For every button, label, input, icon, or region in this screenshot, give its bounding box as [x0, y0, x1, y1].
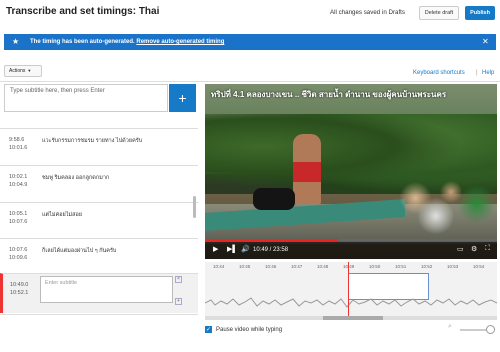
play-icon[interactable]: ▶ — [213, 245, 218, 253]
timeline-tick: 10:54 — [473, 264, 485, 269]
timeline-scroll-thumb[interactable] — [323, 316, 383, 320]
timeline-playhead[interactable] — [348, 262, 349, 317]
zoom-icon: ⌕ — [448, 323, 452, 330]
insert-subtitle-icon[interactable]: + — [175, 298, 182, 305]
video-frame-dog — [253, 188, 295, 210]
page-title: Transcribe and set timings: Thai — [6, 6, 160, 17]
delete-subtitle-icon[interactable]: × — [175, 276, 182, 283]
remove-auto-timing-link[interactable]: Remove auto-generated timing — [136, 39, 224, 45]
subtitle-row[interactable]: 9:58.6 10:01.6 แวะรับกรรมการชมรม รายทาง … — [0, 128, 198, 168]
keyboard-shortcuts-link[interactable]: Keyboard shortcuts — [413, 70, 465, 76]
timeline-tick: 10:47 — [291, 264, 303, 269]
divider — [0, 81, 500, 82]
end-time[interactable]: 10:52.1 — [10, 290, 28, 296]
subtitle-text[interactable]: ชมพู่ ริมคลอง ออกลูกดกมาก — [42, 174, 109, 182]
subtitle-text[interactable]: ก็เลยได้แต่มองผ่านไป ๆ กันครับ — [42, 247, 116, 255]
add-subtitle-button[interactable]: + — [169, 84, 196, 112]
timeline-tick: 10:46 — [265, 264, 277, 269]
end-time[interactable]: 10:09.6 — [9, 255, 27, 261]
subtitle-row[interactable] — [0, 314, 198, 352]
start-time[interactable]: 10:02.1 — [9, 174, 27, 180]
link-separator: | — [476, 70, 478, 76]
start-time[interactable]: 10:05.1 — [9, 211, 27, 217]
star-icon: ★ — [12, 37, 20, 46]
banner-text: The timing has been auto-generated. — [30, 39, 135, 45]
video-progress-bar[interactable] — [205, 239, 497, 241]
start-time[interactable]: 10:49.0 — [10, 282, 28, 288]
subtitle-row[interactable]: 10:02.1 10:04.9 ชมพู่ ริมคลอง ออกลูกดกมา… — [0, 165, 198, 205]
subtitle-row[interactable]: 10:05.1 10:07.6 แต่ไม่ค่อยไม่สอย — [0, 202, 198, 242]
video-time: 10:49 / 23:58 — [253, 247, 289, 253]
actions-label: Actions — [9, 68, 26, 74]
zoom-slider-knob[interactable] — [486, 325, 495, 334]
volume-icon[interactable]: 🔊 — [241, 245, 250, 253]
subtitle-text[interactable]: แต่ไม่ค่อยไม่สอย — [42, 211, 82, 219]
pause-while-typing-label: Pause video while typing — [216, 327, 283, 334]
actions-dropdown[interactable]: Actions ▼ — [4, 65, 42, 77]
publish-button[interactable]: Publish — [465, 6, 495, 20]
top-bar: Transcribe and set timings: Thai All cha… — [0, 0, 500, 28]
fullscreen-icon[interactable]: ⛶ — [485, 245, 490, 253]
video-progress-fill — [205, 239, 338, 241]
auto-timing-banner: ★ The timing has been auto-generated. Re… — [4, 34, 496, 50]
subtitle-list-scrollbar[interactable] — [193, 196, 196, 218]
end-time[interactable]: 10:01.6 — [9, 145, 27, 151]
timeline-tick: 10:48 — [317, 264, 329, 269]
settings-icon[interactable]: ⚙ — [471, 245, 477, 253]
timeline-tick: 10:45 — [239, 264, 251, 269]
timeline-tick: 10:53 — [447, 264, 459, 269]
subtitle-text[interactable]: แวะรับกรรมการชมรม รายทาง ไปด้วยครับ — [42, 137, 142, 145]
timeline[interactable]: 10:44 10:45 10:46 10:47 10:48 10:49 10:5… — [205, 262, 497, 317]
timeline-tick: 10:50 — [369, 264, 381, 269]
delete-draft-button[interactable]: Delete draft — [419, 6, 459, 20]
video-title: ทริปที่ 4.1 คลองบางเขน .. ชีวิต สายน้ำ ต… — [211, 90, 447, 99]
next-icon[interactable]: ▶▌ — [227, 245, 237, 253]
timeline-scrollbar[interactable] — [205, 316, 497, 320]
save-status: All changes saved in Drafts — [330, 9, 405, 16]
chevron-down-icon: ▼ — [27, 68, 32, 73]
video-frame-crowd — [395, 174, 497, 234]
help-link[interactable]: Help — [482, 70, 494, 76]
current-time: 10:49 — [253, 247, 269, 253]
timeline-tick: 10:44 — [213, 264, 225, 269]
subtitle-row[interactable]: 10:07.6 10:09.6 ก็เลยได้แต่มองผ่านไป ๆ ก… — [0, 238, 198, 278]
video-player[interactable]: ทริปที่ 4.1 คลองบางเขน .. ชีวิต สายน้ำ ต… — [205, 84, 497, 259]
end-time[interactable]: 10:04.9 — [9, 182, 27, 188]
start-time[interactable]: 10:07.6 — [9, 247, 27, 253]
end-time[interactable]: 10:07.6 — [9, 219, 27, 225]
duration: 23:58 — [273, 247, 289, 253]
start-time[interactable]: 9:58.6 — [9, 137, 24, 143]
close-icon[interactable]: ✕ — [482, 34, 489, 50]
timeline-tick: 10:52 — [421, 264, 433, 269]
video-frame-man — [293, 134, 321, 204]
captions-icon[interactable]: ▭ — [457, 245, 464, 253]
subtitle-input[interactable]: Type subtitle here, then press Enter — [4, 84, 168, 112]
checkbox-checked-icon[interactable]: ✓ — [205, 326, 212, 333]
audio-waveform — [205, 297, 497, 308]
subtitle-list: 9:58.6 10:01.6 แวะรับกรรมการชมรม รายทาง … — [0, 128, 198, 352]
pause-while-typing-option[interactable]: ✓ Pause video while typing — [205, 326, 282, 333]
active-subtitle-input[interactable]: Enter subtitle — [40, 276, 173, 303]
video-frame-shorts — [293, 162, 321, 182]
timeline-tick: 10:51 — [395, 264, 407, 269]
banner-message: The timing has been auto-generated. Remo… — [30, 34, 224, 50]
